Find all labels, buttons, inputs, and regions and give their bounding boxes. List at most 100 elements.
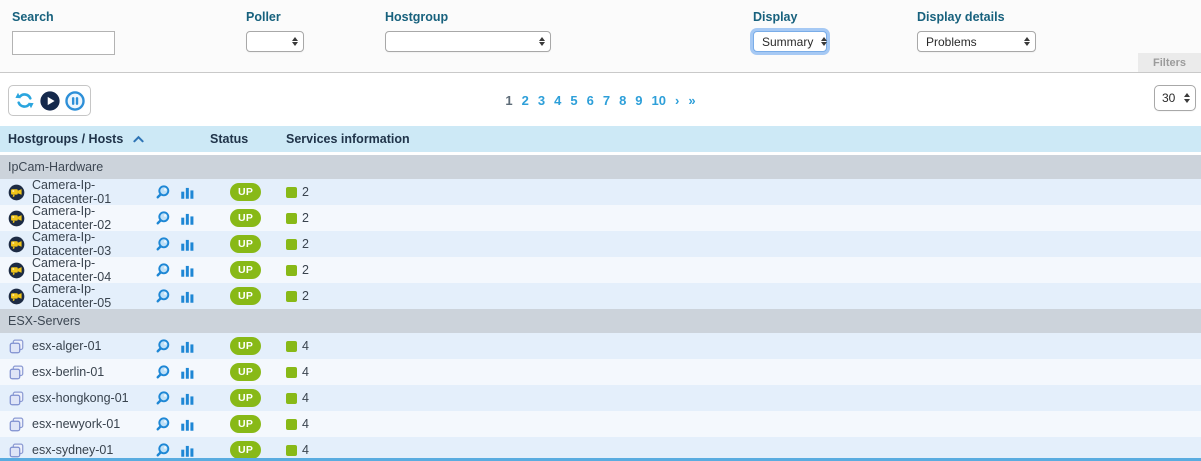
- host-detail-magnifier-icon[interactable]: [155, 364, 171, 380]
- status-badge: UP: [230, 415, 261, 434]
- table-row: Camera-Ip-Datacenter-02 UP: [0, 205, 1201, 231]
- hosts-table: Hostgroups / Hosts Status Services infor…: [0, 126, 1201, 461]
- table-row: Camera-Ip-Datacenter-05 UP: [0, 283, 1201, 309]
- host-name[interactable]: esx-berlin-01: [32, 365, 104, 379]
- host-detail-magnifier-icon[interactable]: [155, 236, 171, 252]
- services-ok-count[interactable]: 2: [302, 237, 309, 251]
- poller-select[interactable]: [246, 31, 304, 52]
- services-ok-count[interactable]: 2: [302, 289, 309, 303]
- filters-tab[interactable]: Filters: [1138, 53, 1201, 72]
- host-name[interactable]: esx-sydney-01: [32, 443, 113, 457]
- display-details-select-value: Problems: [926, 35, 977, 49]
- status-badge: UP: [230, 363, 261, 382]
- page-6[interactable]: 6: [587, 93, 594, 108]
- status-badge: UP: [230, 337, 261, 356]
- host-type-icon: [8, 390, 25, 407]
- host-detail-magnifier-icon[interactable]: [155, 288, 171, 304]
- host-graph-icon[interactable]: [180, 185, 195, 200]
- host-graph-icon[interactable]: [180, 365, 195, 380]
- host-detail-magnifier-icon[interactable]: [155, 210, 171, 226]
- host-graph-icon[interactable]: [180, 339, 195, 354]
- display-details-select[interactable]: Problems: [917, 31, 1036, 52]
- select-stepper-icon: [1184, 93, 1190, 103]
- table-row: Camera-Ip-Datacenter-01 UP: [0, 179, 1201, 205]
- page-3[interactable]: 3: [538, 93, 545, 108]
- services-ok-count[interactable]: 2: [302, 263, 309, 277]
- host-type-icon: [8, 364, 25, 381]
- page-7[interactable]: 7: [603, 93, 610, 108]
- host-detail-magnifier-icon[interactable]: [155, 442, 171, 458]
- host-detail-magnifier-icon[interactable]: [155, 416, 171, 432]
- select-stepper-icon: [821, 37, 827, 47]
- host-name[interactable]: esx-hongkong-01: [32, 391, 129, 405]
- page-10[interactable]: 10: [652, 93, 666, 108]
- poller-label: Poller: [246, 10, 304, 24]
- host-name[interactable]: Camera-Ip-Datacenter-01: [32, 178, 155, 206]
- host-graph-icon[interactable]: [180, 289, 195, 304]
- host-detail-magnifier-icon[interactable]: [155, 184, 171, 200]
- host-name[interactable]: Camera-Ip-Datacenter-04: [32, 256, 155, 284]
- host-graph-icon[interactable]: [180, 443, 195, 458]
- hostgroup-row[interactable]: IpCam-Hardware: [0, 155, 1201, 179]
- services-ok-count[interactable]: 4: [302, 391, 309, 405]
- services-ok-count[interactable]: 4: [302, 339, 309, 353]
- column-services[interactable]: Services information: [286, 132, 1201, 146]
- host-type-icon: [8, 262, 25, 279]
- page-2[interactable]: 2: [522, 93, 529, 108]
- host-graph-icon[interactable]: [180, 263, 195, 278]
- host-detail-magnifier-icon[interactable]: [155, 338, 171, 354]
- services-ok-count[interactable]: 2: [302, 211, 309, 225]
- services-ok-count[interactable]: 4: [302, 417, 309, 431]
- pause-icon[interactable]: [63, 89, 86, 112]
- host-detail-magnifier-icon[interactable]: [155, 390, 171, 406]
- table-row: Camera-Ip-Datacenter-04 UP: [0, 257, 1201, 283]
- per-page-select[interactable]: 30: [1154, 85, 1196, 111]
- host-graph-icon[interactable]: [180, 237, 195, 252]
- page-1[interactable]: 1: [505, 93, 512, 108]
- host-detail-magnifier-icon[interactable]: [155, 262, 171, 278]
- hostgroup-row[interactable]: ESX-Servers: [0, 309, 1201, 333]
- page-5[interactable]: 5: [570, 93, 577, 108]
- hostgroup-select[interactable]: [385, 31, 551, 52]
- search-filter-group: Search: [12, 10, 115, 55]
- page-4[interactable]: 4: [554, 93, 561, 108]
- display-select-value: Summary: [762, 35, 813, 49]
- services-ok-square-icon: [286, 367, 297, 378]
- host-type-icon: [8, 184, 25, 201]
- pagination-next-icon[interactable]: ›: [675, 93, 679, 108]
- refresh-icon[interactable]: [13, 89, 36, 112]
- services-ok-count[interactable]: 4: [302, 365, 309, 379]
- column-status[interactable]: Status: [210, 132, 286, 146]
- status-badge: UP: [230, 235, 261, 254]
- poller-filter-group: Poller: [246, 10, 304, 52]
- play-icon[interactable]: [38, 89, 61, 112]
- host-graph-icon[interactable]: [180, 391, 195, 406]
- services-ok-square-icon: [286, 239, 297, 250]
- page-9[interactable]: 9: [635, 93, 642, 108]
- display-select[interactable]: Summary: [753, 31, 827, 52]
- services-ok-square-icon: [286, 445, 297, 456]
- host-name[interactable]: Camera-Ip-Datacenter-02: [32, 204, 155, 232]
- host-graph-icon[interactable]: [180, 211, 195, 226]
- host-name[interactable]: esx-newyork-01: [32, 417, 120, 431]
- host-name[interactable]: Camera-Ip-Datacenter-03: [32, 230, 155, 258]
- services-ok-square-icon: [286, 291, 297, 302]
- toolbar: 123456789 10 › » 30: [0, 73, 1201, 126]
- host-type-icon: [8, 416, 25, 433]
- services-ok-count[interactable]: 4: [302, 443, 309, 457]
- services-ok-count[interactable]: 2: [302, 185, 309, 199]
- host-type-icon: [8, 338, 25, 355]
- page-8[interactable]: 8: [619, 93, 626, 108]
- search-input[interactable]: [12, 31, 115, 55]
- pagination-last-icon[interactable]: »: [688, 93, 695, 108]
- host-name[interactable]: Camera-Ip-Datacenter-05: [32, 282, 155, 310]
- hostgroup-label: Hostgroup: [385, 10, 551, 24]
- column-hosts[interactable]: Hostgroups / Hosts: [0, 132, 210, 146]
- host-type-icon: [8, 236, 25, 253]
- host-graph-icon[interactable]: [180, 417, 195, 432]
- host-name[interactable]: esx-alger-01: [32, 339, 101, 353]
- table-row: esx-hongkong-01 UP 4: [0, 385, 1201, 411]
- per-page-wrap: 30: [1154, 85, 1196, 111]
- table-body: IpCam-Hardware Camera-Ip-Datacenter-01: [0, 155, 1201, 461]
- status-badge: UP: [230, 287, 261, 306]
